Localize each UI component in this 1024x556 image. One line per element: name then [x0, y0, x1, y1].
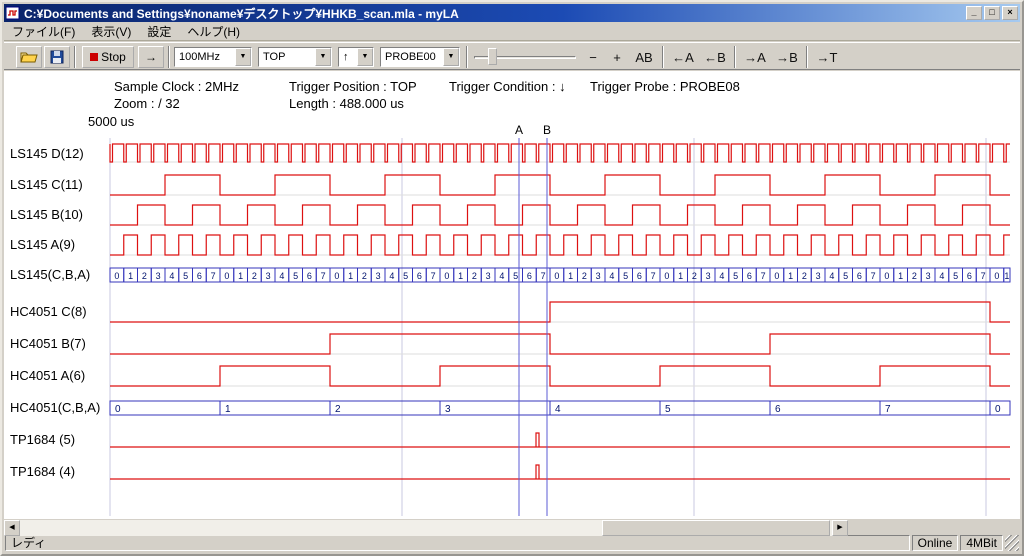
waveform-client-area[interactable] [4, 71, 1020, 519]
menu-settings[interactable]: 設定 [139, 21, 179, 42]
toolbar-separator [168, 46, 170, 68]
trigger-edge-value: ↑ [339, 48, 357, 66]
info-length: Length : 488.000 us [289, 96, 404, 111]
probe-select[interactable]: PROBE00 ▼ [380, 47, 460, 67]
app-window: C:¥Documents and Settings¥noname¥デスクトップ¥… [0, 0, 1024, 556]
goto-cursor-b-button[interactable]: ←B [700, 47, 730, 67]
trigger-edge-select[interactable]: ↑ ▼ [338, 47, 374, 67]
clock-value: 100MHz [175, 48, 235, 66]
status-message: レディ [5, 535, 910, 551]
toolbar-separator [806, 46, 808, 68]
menu-file[interactable]: ファイル(F) [4, 21, 83, 42]
trigger-position-select[interactable]: TOP ▼ [258, 47, 332, 67]
maximize-button[interactable]: □ [984, 6, 1000, 20]
toolbar-separator [662, 46, 664, 68]
open-folder-icon [20, 50, 38, 64]
status-bar: レディ Online 4MBit [4, 534, 1020, 552]
horizontal-scrollbar[interactable]: ◀ ▶ [4, 520, 848, 536]
resize-grip[interactable] [1005, 535, 1019, 551]
zoom-out-button[interactable]: − [582, 47, 604, 67]
title-bar[interactable]: C:¥Documents and Settings¥noname¥デスクトップ¥… [4, 4, 1020, 22]
toolbar-separator [74, 46, 76, 68]
info-trigger-condition: Trigger Condition : ↓ [449, 79, 566, 94]
trigger-position-value: TOP [259, 48, 315, 66]
toolbar-separator [466, 46, 468, 68]
menu-bar: ファイル(F) 表示(V) 設定 ヘルプ(H) [4, 22, 1020, 41]
status-memory-badge: 4MBit [960, 535, 1003, 551]
menu-view[interactable]: 表示(V) [83, 21, 139, 42]
chevron-down-icon[interactable]: ▼ [235, 48, 251, 66]
next-cursor-a-button[interactable]: →A [740, 47, 770, 67]
info-trigger-probe: Trigger Probe : PROBE08 [590, 79, 740, 94]
close-button[interactable]: × [1002, 6, 1018, 20]
toolbar-separator [734, 46, 736, 68]
ab-button[interactable]: AB [630, 47, 658, 67]
menu-help[interactable]: ヘルプ(H) [179, 21, 248, 42]
info-sample-clock: Sample Clock : 2MHz [114, 79, 239, 94]
run-button[interactable]: → [138, 46, 164, 68]
toolbar: Stop → 100MHz ▼ TOP ▼ ↑ ▼ PROBE00 ▼ − + … [4, 42, 1020, 70]
goto-trigger-button[interactable]: →T [812, 47, 842, 67]
save-button[interactable] [44, 46, 70, 68]
stop-button[interactable]: Stop [82, 46, 134, 68]
window-title: C:¥Documents and Settings¥noname¥デスクトップ¥… [24, 5, 964, 22]
floppy-disk-icon [50, 50, 64, 64]
scroll-right-icon[interactable]: ▶ [832, 520, 848, 536]
status-online-badge: Online [912, 535, 959, 551]
chevron-down-icon[interactable]: ▼ [315, 48, 331, 66]
scroll-left-icon[interactable]: ◀ [4, 520, 20, 536]
info-trigger-position: Trigger Position : TOP [289, 79, 417, 94]
time-division-label: 5000 us [88, 114, 134, 129]
stop-icon [90, 53, 98, 61]
app-icon [6, 6, 20, 20]
minimize-button[interactable]: _ [966, 6, 982, 20]
clock-select[interactable]: 100MHz ▼ [174, 47, 252, 67]
zoom-slider[interactable] [474, 47, 576, 67]
zoom-in-button[interactable]: + [606, 47, 628, 67]
slider-thumb[interactable] [488, 48, 497, 65]
next-cursor-b-button[interactable]: →B [772, 47, 802, 67]
chevron-down-icon[interactable]: ▼ [357, 48, 373, 66]
stop-label: Stop [101, 50, 126, 64]
open-button[interactable] [16, 46, 42, 68]
chevron-down-icon[interactable]: ▼ [443, 48, 459, 66]
scrollbar-thumb[interactable] [602, 520, 830, 536]
goto-cursor-a-button[interactable]: ←A [668, 47, 698, 67]
info-zoom: Zoom : / 32 [114, 96, 180, 111]
probe-value: PROBE00 [381, 48, 443, 66]
